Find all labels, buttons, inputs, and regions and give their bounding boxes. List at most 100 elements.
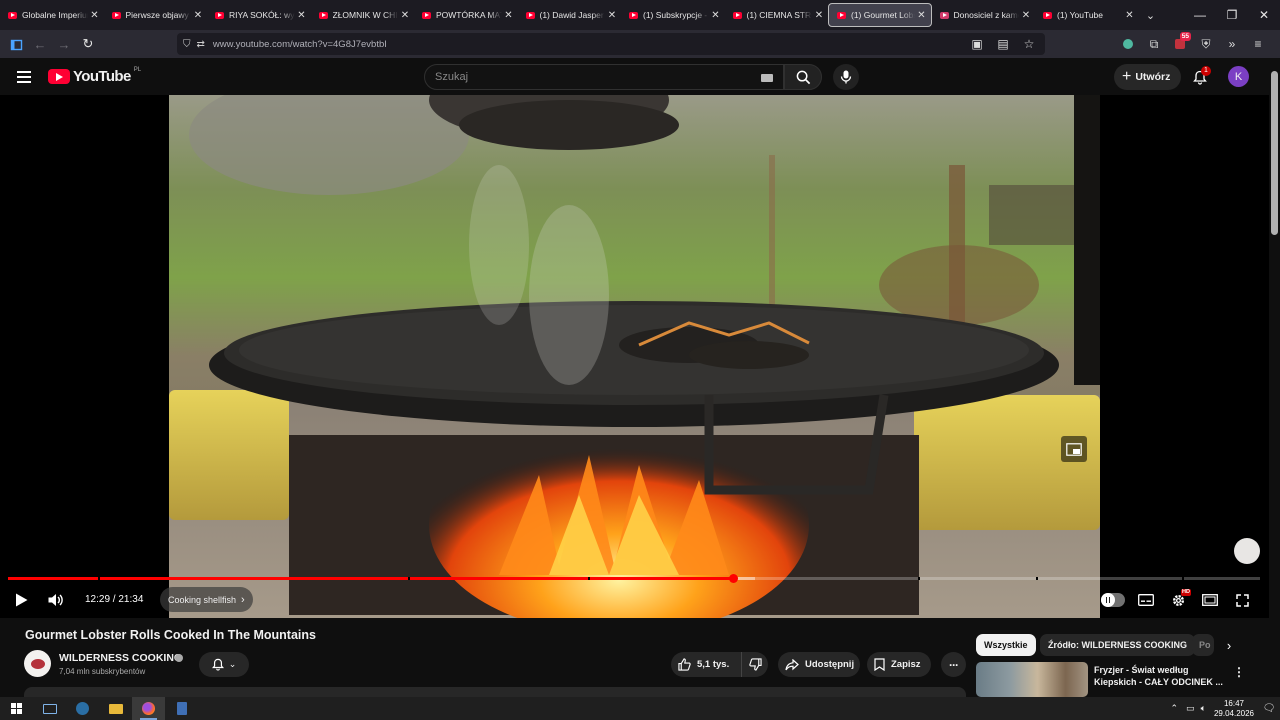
chevron-right-icon[interactable]: › — [1220, 636, 1238, 654]
theater-mode-icon — [1202, 594, 1218, 606]
video-frame[interactable] — [169, 95, 1100, 618]
browser-tab[interactable]: Globalne Imperium ✕ — [0, 0, 104, 30]
channel-avatar[interactable] — [24, 650, 51, 677]
back-button[interactable]: ← — [28, 32, 52, 56]
close-tab-icon[interactable]: ✕ — [605, 10, 619, 21]
close-tab-icon[interactable]: ✕ — [709, 10, 723, 21]
tab-title: (1) CIEMNA STRO — [746, 10, 813, 20]
chapter-title-button[interactable]: Cooking shellfish › — [160, 587, 253, 612]
taskbar-app-file-explorer[interactable] — [99, 697, 132, 720]
recommendation-thumbnail[interactable] — [976, 662, 1088, 697]
adblock-extension-icon[interactable]: 55 — [1168, 32, 1192, 56]
browser-tab[interactable]: POWTÓRKA MATU✕ — [414, 0, 518, 30]
browser-tab[interactable]: (1) YouTube ✕ — [1035, 0, 1139, 30]
close-tab-icon[interactable]: ✕ — [915, 10, 929, 21]
browser-tab[interactable]: (1) Dawid Jasper V ✕ — [518, 0, 622, 30]
autoplay-toggle[interactable] — [1101, 593, 1125, 607]
like-button[interactable]: 5,1 tys. — [671, 652, 741, 677]
close-tab-icon[interactable]: ✕ — [1019, 10, 1033, 21]
search-button[interactable] — [784, 64, 822, 90]
picture-in-picture-icon[interactable]: ▣ — [965, 32, 989, 56]
dislike-button[interactable] — [741, 652, 768, 677]
close-tab-icon[interactable]: ✕ — [398, 10, 412, 21]
subscription-bell-button[interactable]: ⌄ — [199, 652, 249, 677]
page-scrollbar[interactable] — [1269, 58, 1280, 698]
recommendation-menu-button[interactable]: ⋮ — [1232, 664, 1246, 680]
create-button[interactable]: + Utwórz — [1114, 64, 1182, 90]
taskbar-app-steam[interactable] — [66, 697, 99, 720]
browser-tab[interactable]: (1) Subskrypcje - Y ✕ — [621, 0, 725, 30]
minimize-button[interactable]: — — [1184, 0, 1216, 30]
browser-tab[interactable]: (1) CIEMNA STRO ✕ — [725, 0, 829, 30]
sidebar-toggle-icon[interactable] — [4, 32, 28, 56]
url-bar[interactable]: ⛉ ⇄ www.youtube.com/watch?v=4G8J7evbtbI … — [177, 33, 1045, 55]
close-tab-icon[interactable]: ✕ — [502, 10, 516, 21]
tray-overflow-icon[interactable]: ⌃ — [1171, 703, 1179, 714]
calculator-icon — [176, 702, 187, 715]
keyboard-icon[interactable] — [761, 74, 773, 82]
guide-menu-button[interactable] — [12, 65, 36, 89]
youtube-favicon-icon — [422, 11, 431, 19]
list-all-tabs-button[interactable]: ⌄ — [1139, 9, 1163, 22]
taskbar-app-firefox[interactable] — [132, 697, 165, 720]
fullscreen-button[interactable] — [1229, 587, 1255, 613]
progress-scrubber-handle[interactable] — [728, 574, 738, 583]
notifications-center-icon[interactable]: 🗨︎ — [1258, 703, 1280, 714]
permissions-icon[interactable]: ⇄ — [197, 39, 205, 50]
forward-button[interactable]: → — [52, 32, 76, 56]
more-actions-button[interactable]: ··· — [941, 652, 966, 677]
channel-name[interactable]: WILDERNESS COOKING — [59, 652, 182, 664]
more-tools-icon[interactable]: » — [1220, 32, 1244, 56]
taskbar-clock[interactable]: 16:47 29.04.2026 — [1210, 699, 1258, 719]
description-box[interactable] — [24, 687, 966, 697]
volume-icon[interactable]: 🔈︎ — [1201, 703, 1206, 714]
close-tab-icon[interactable]: ✕ — [295, 10, 309, 21]
vpn-extension-icon[interactable] — [1116, 32, 1140, 56]
voice-search-button[interactable] — [833, 64, 859, 90]
account-avatar[interactable]: K — [1228, 66, 1249, 87]
recommendation-title[interactable]: Fryzjer - Świat według Kiepskich - CAŁY … — [1094, 664, 1224, 688]
youtube-header: YouTube PL + Utwórz 1 K — [0, 58, 1280, 95]
scrollbar-thumb[interactable] — [1271, 71, 1278, 235]
close-tab-icon[interactable]: ✕ — [812, 10, 826, 21]
play-button[interactable] — [8, 587, 34, 613]
network-icon[interactable]: ▭ — [1186, 703, 1195, 714]
channel-watermark[interactable] — [1234, 538, 1260, 564]
extensions-puzzle-icon[interactable]: ⧉ — [1142, 32, 1166, 56]
chip-source-channel[interactable]: Źródło: WILDERNESS COOKING — [1040, 634, 1195, 656]
save-button[interactable]: Zapisz — [867, 652, 931, 677]
reader-view-icon[interactable]: ▤ — [991, 32, 1015, 56]
browser-tab[interactable]: RIYA SOKÓŁ: wywi✕ — [207, 0, 311, 30]
chip-partial[interactable]: Po — [1192, 634, 1214, 656]
miniplayer-button[interactable] — [1061, 436, 1087, 462]
browser-tab[interactable]: ZŁOMNIK W CHIN ✕ — [311, 0, 415, 30]
shield-extension-icon[interactable]: ⛨ — [1194, 32, 1218, 56]
youtube-logo[interactable]: YouTube PL — [48, 67, 141, 85]
tab-title: ZŁOMNIK W CHIN — [332, 10, 399, 20]
share-button[interactable]: Udostępnij — [778, 652, 860, 677]
close-window-button[interactable]: ✕ — [1248, 0, 1280, 30]
tracking-shield-icon[interactable]: ⛉ — [183, 39, 191, 50]
taskbar-app-explorer-monitor[interactable] — [33, 697, 66, 720]
subtitles-button[interactable] — [1133, 587, 1159, 613]
progress-bar[interactable] — [8, 574, 1260, 583]
close-tab-icon[interactable]: ✕ — [191, 10, 205, 21]
close-tab-icon[interactable]: ✕ — [1123, 10, 1137, 21]
chip-all[interactable]: Wszystkie — [976, 634, 1036, 656]
close-tab-icon[interactable]: ✕ — [88, 10, 102, 21]
restore-button[interactable]: ❐ — [1216, 0, 1248, 30]
taskbar-app-calculator[interactable] — [165, 697, 198, 720]
tab-active[interactable]: (1) Gourmet Lobst ✕ — [828, 3, 932, 27]
url-text[interactable]: www.youtube.com/watch?v=4G8J7evbtbI — [213, 39, 387, 50]
mute-button[interactable] — [43, 587, 69, 613]
browser-tab[interactable]: Donosiciel z kame ✕ — [932, 0, 1036, 30]
reload-button[interactable]: ↻ — [76, 32, 100, 56]
miniplayer-toggle-button[interactable] — [1197, 587, 1223, 613]
bookmark-star-icon[interactable]: ☆ — [1017, 32, 1041, 56]
search-input[interactable] — [435, 71, 735, 83]
youtube-favicon-icon — [8, 11, 17, 19]
app-menu-icon[interactable]: ≡ — [1246, 32, 1270, 56]
browser-tab[interactable]: Pierwsze objawy R ✕ — [104, 0, 208, 30]
video-player[interactable]: 12:29 / 21:34 Cooking shellfish › HD — [0, 95, 1269, 618]
start-button[interactable] — [0, 697, 33, 720]
